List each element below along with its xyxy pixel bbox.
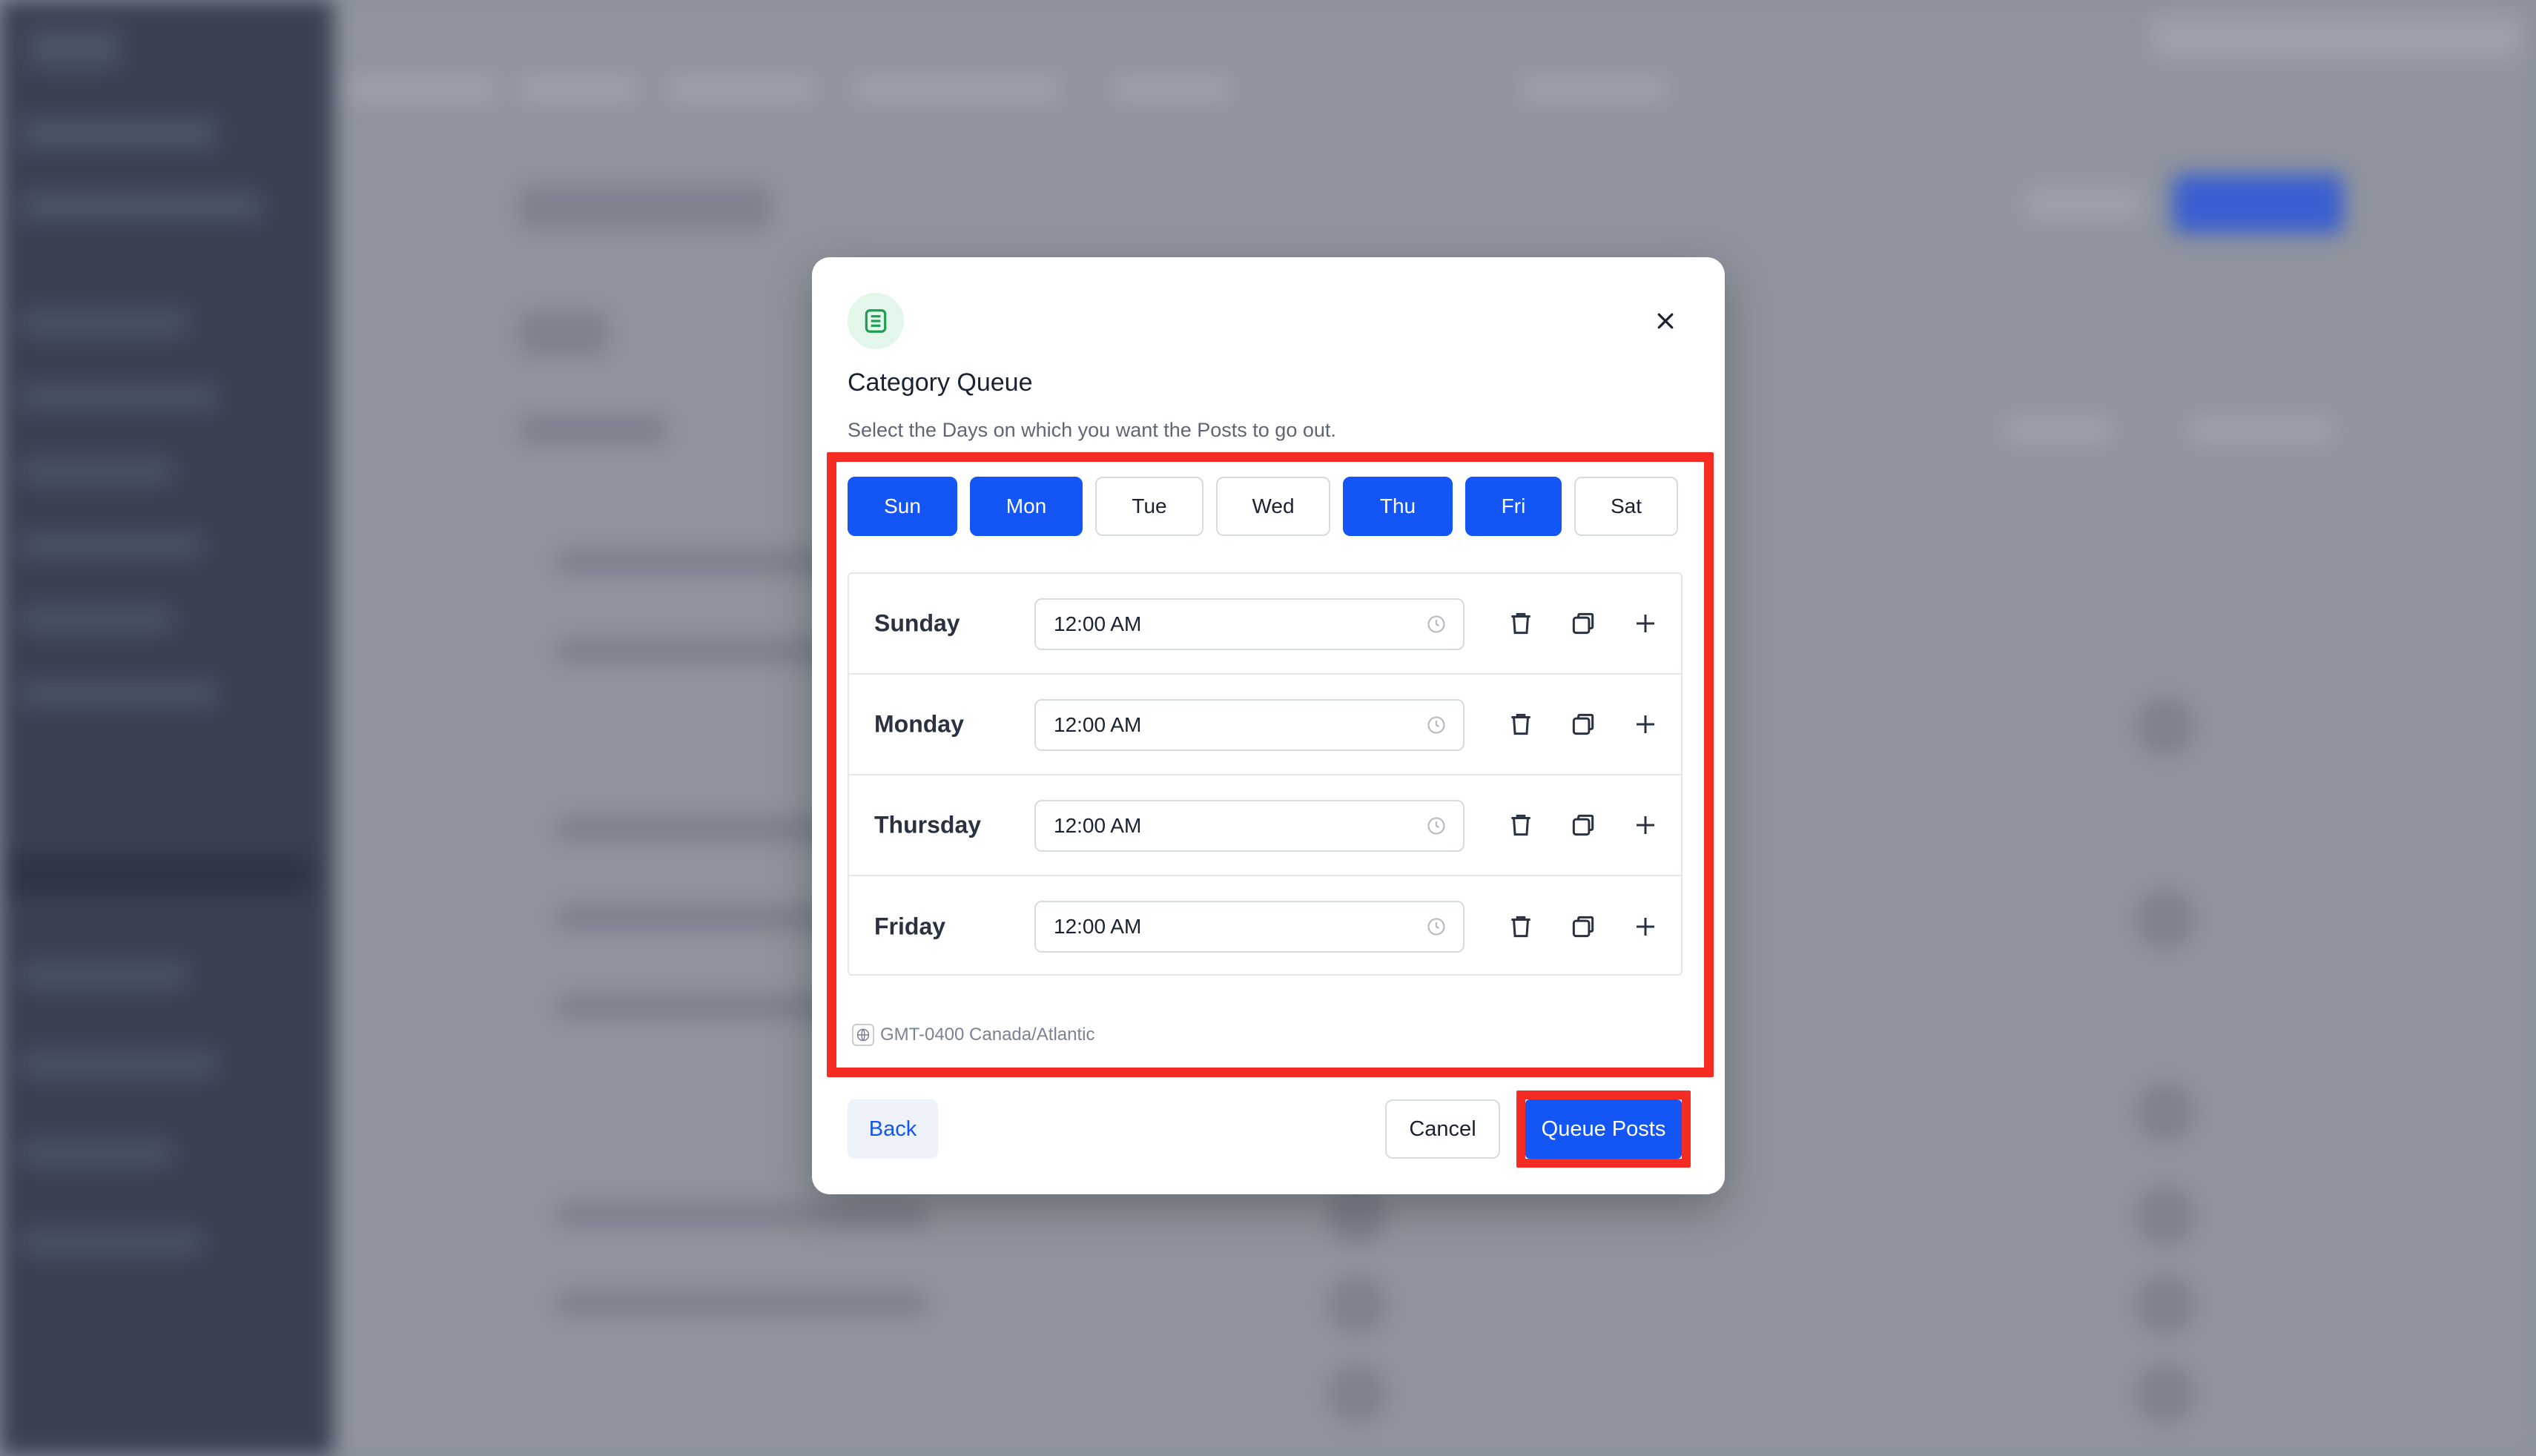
time-input[interactable]: 12:00 AM <box>1034 699 1465 751</box>
day-name: Monday <box>874 710 964 738</box>
clock-icon <box>1427 817 1445 835</box>
add-time-icon[interactable] <box>1626 806 1665 844</box>
clock-icon <box>1427 918 1445 936</box>
day-selector: Sun Mon Tue Wed Thu Fri Sat <box>848 477 1678 536</box>
timezone-label: GMT-0400 Canada/Atlantic <box>880 1025 1095 1045</box>
copy-icon[interactable] <box>1564 604 1602 643</box>
clock-icon <box>1427 716 1445 734</box>
globe-icon <box>852 1024 874 1046</box>
time-input[interactable]: 12:00 AM <box>1034 901 1465 953</box>
add-time-icon[interactable] <box>1626 604 1665 643</box>
time-value: 12:00 AM <box>1054 612 1142 635</box>
delete-icon[interactable] <box>1502 705 1540 744</box>
time-value: 12:00 AM <box>1054 915 1142 938</box>
delete-icon[interactable] <box>1502 806 1540 844</box>
copy-icon[interactable] <box>1564 806 1602 844</box>
schedule-row: Friday 12:00 AM <box>849 876 1681 977</box>
day-toggle-sun[interactable]: Sun <box>848 477 957 536</box>
modal-title: Category Queue <box>848 368 1033 397</box>
add-time-icon[interactable] <box>1626 907 1665 946</box>
day-toggle-tue[interactable]: Tue <box>1095 477 1203 536</box>
category-queue-modal: Category Queue Select the Days on which … <box>812 257 1725 1194</box>
schedule-row: Sunday 12:00 AM <box>849 574 1681 675</box>
cancel-button[interactable]: Cancel <box>1385 1099 1500 1159</box>
add-time-icon[interactable] <box>1626 705 1665 744</box>
modal-subtitle: Select the Days on which you want the Po… <box>848 419 1336 441</box>
back-button[interactable]: Back <box>848 1099 938 1159</box>
timezone-indicator: GMT-0400 Canada/Atlantic <box>852 1024 1095 1046</box>
close-icon[interactable] <box>1645 300 1686 342</box>
delete-icon[interactable] <box>1502 604 1540 643</box>
day-toggle-fri[interactable]: Fri <box>1465 477 1562 536</box>
day-name: Thursday <box>874 811 982 838</box>
list-icon <box>848 293 904 349</box>
background-sidebar <box>0 0 334 1456</box>
time-value: 12:00 AM <box>1054 814 1142 837</box>
clock-icon <box>1427 615 1445 633</box>
schedule-row: Thursday 12:00 AM <box>849 775 1681 876</box>
queue-posts-button[interactable]: Queue Posts <box>1525 1099 1682 1159</box>
schedule-row: Monday 12:00 AM <box>849 675 1681 775</box>
day-toggle-mon[interactable]: Mon <box>970 477 1083 536</box>
day-toggle-wed[interactable]: Wed <box>1216 477 1330 536</box>
day-name: Friday <box>874 913 946 940</box>
delete-icon[interactable] <box>1502 907 1540 946</box>
day-toggle-sat[interactable]: Sat <box>1574 477 1678 536</box>
time-value: 12:00 AM <box>1054 713 1142 736</box>
day-toggle-thu[interactable]: Thu <box>1343 477 1453 536</box>
copy-icon[interactable] <box>1564 907 1602 946</box>
time-input[interactable]: 12:00 AM <box>1034 598 1465 650</box>
schedule-list: Sunday 12:00 AM Monday 12:00 AM Thursday… <box>848 572 1683 976</box>
copy-icon[interactable] <box>1564 705 1602 744</box>
day-name: Sunday <box>874 609 960 637</box>
time-input[interactable]: 12:00 AM <box>1034 800 1465 852</box>
